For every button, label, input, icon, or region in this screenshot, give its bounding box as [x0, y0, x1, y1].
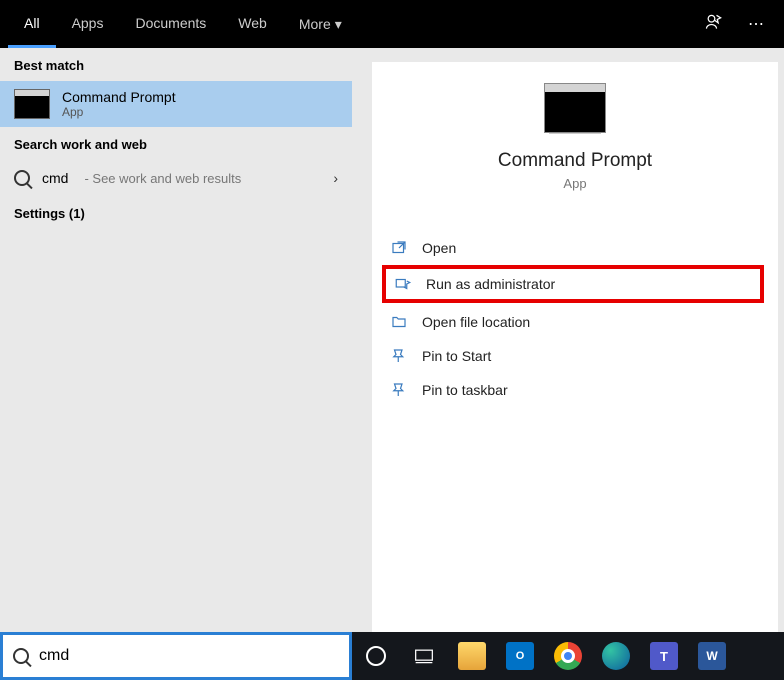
outlook-icon: O: [506, 642, 534, 670]
taskbar: O T W: [0, 632, 784, 680]
web-query: cmd: [42, 170, 68, 186]
action-run-as-administrator[interactable]: Run as administrator: [386, 269, 760, 299]
command-prompt-icon: [14, 89, 50, 119]
settings-header[interactable]: Settings (1): [0, 196, 352, 229]
action-run-admin-label: Run as administrator: [426, 276, 555, 292]
task-view-icon: [414, 647, 434, 665]
search-icon: [14, 170, 30, 186]
file-explorer-icon: [458, 642, 486, 670]
tab-more[interactable]: More ▾: [283, 0, 358, 48]
best-match-header: Best match: [0, 48, 352, 81]
result-title: Command Prompt: [62, 89, 176, 105]
open-icon: [390, 239, 408, 257]
tab-all[interactable]: All: [8, 0, 56, 48]
taskbar-app-outlook[interactable]: O: [496, 632, 544, 680]
cortana-button[interactable]: [352, 632, 400, 680]
taskbar-app-teams[interactable]: T: [640, 632, 688, 680]
teams-icon: T: [650, 642, 678, 670]
action-pin-taskbar-label: Pin to taskbar: [422, 382, 508, 398]
preview-subtitle: App: [372, 176, 778, 191]
pin-icon: [390, 347, 408, 365]
web-result-cmd[interactable]: cmd - See work and web results ›: [0, 160, 352, 196]
action-open-file-location[interactable]: Open file location: [378, 305, 772, 339]
tab-apps[interactable]: Apps: [56, 0, 120, 48]
feedback-icon[interactable]: [692, 12, 736, 37]
action-pin-start-label: Pin to Start: [422, 348, 491, 364]
results-panel: Best match Command Prompt App Search wor…: [0, 48, 352, 632]
folder-icon: [390, 313, 408, 331]
chevron-down-icon: ▾: [335, 1, 342, 47]
cortana-icon: [366, 646, 386, 666]
tab-documents[interactable]: Documents: [119, 0, 222, 48]
taskbar-app-edge[interactable]: [592, 632, 640, 680]
search-tabs: All Apps Documents Web More ▾ ⋯: [0, 0, 784, 48]
taskbar-app-chrome[interactable]: [544, 632, 592, 680]
task-view-button[interactable]: [400, 632, 448, 680]
tab-web[interactable]: Web: [222, 0, 283, 48]
edge-icon: [602, 642, 630, 670]
result-subtitle: App: [62, 105, 176, 119]
result-command-prompt[interactable]: Command Prompt App: [0, 81, 352, 127]
action-pin-to-start[interactable]: Pin to Start: [378, 339, 772, 373]
action-open-location-label: Open file location: [422, 314, 530, 330]
search-work-web-header: Search work and web: [0, 127, 352, 160]
taskbar-app-word[interactable]: W: [688, 632, 736, 680]
shield-run-icon: [394, 275, 412, 293]
preview-app-icon: [545, 84, 605, 132]
action-open[interactable]: Open: [378, 231, 772, 265]
word-icon: W: [698, 642, 726, 670]
pin-taskbar-icon: [390, 381, 408, 399]
web-hint: - See work and web results: [84, 171, 241, 186]
tab-more-label: More: [299, 1, 331, 47]
search-icon: [13, 648, 29, 664]
chevron-right-icon: ›: [333, 170, 338, 186]
search-input[interactable]: [39, 647, 339, 665]
preview-title: Command Prompt: [372, 150, 778, 172]
preview-panel: Command Prompt App Open Run as administr…: [372, 62, 778, 632]
taskbar-app-explorer[interactable]: [448, 632, 496, 680]
chrome-icon: [554, 642, 582, 670]
action-pin-to-taskbar[interactable]: Pin to taskbar: [378, 373, 772, 407]
highlight-annotation: Run as administrator: [382, 265, 764, 303]
taskbar-search[interactable]: [0, 632, 352, 680]
more-options-icon[interactable]: ⋯: [736, 14, 776, 34]
action-open-label: Open: [422, 240, 456, 256]
